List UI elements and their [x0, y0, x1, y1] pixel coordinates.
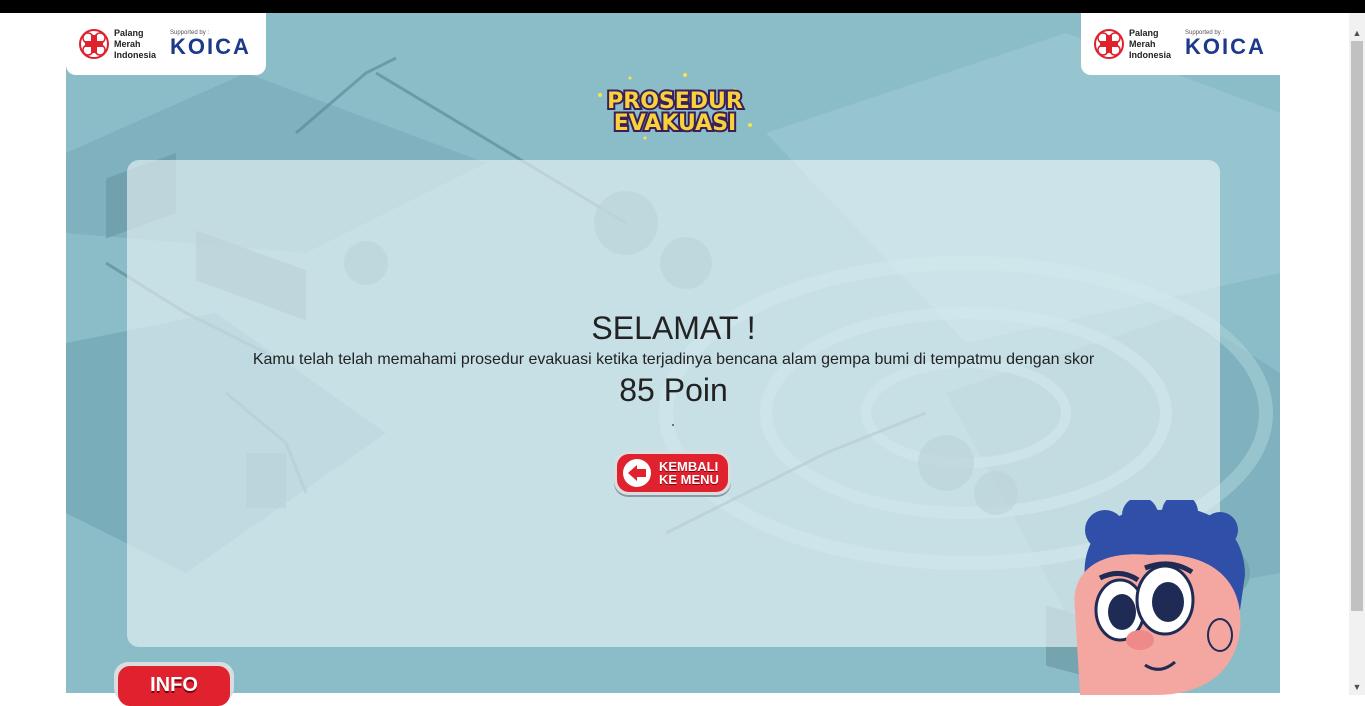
result-panel: SELAMAT ! Kamu telah telah memahami pros…: [127, 160, 1220, 647]
separator-dot: [672, 424, 674, 426]
partner-logo-right: Palang Merah Indonesia Supported by : KO…: [1081, 13, 1281, 75]
koica-logo: Supported by : KOICA: [1185, 30, 1266, 59]
info-button-label[interactable]: INFO: [118, 666, 230, 706]
koica-logo: Supported by : KOICA: [170, 30, 251, 59]
partner-logo-left: Palang Merah Indonesia Supported by : KO…: [66, 13, 266, 75]
result-message: Kamu telah telah memahami prosedur evaku…: [252, 351, 1095, 368]
back-to-menu-button[interactable]: KEMBALI KE MENU: [614, 451, 731, 495]
arrow-left-icon: [623, 459, 651, 487]
title-line2: EVAKUASI: [614, 111, 737, 136]
info-button[interactable]: INFO: [114, 662, 234, 706]
red-cross-icon: [79, 29, 109, 59]
scrollbar-thumb[interactable]: [1351, 41, 1363, 611]
mascot-character: [1060, 494, 1260, 695]
score-value: 85 Poin: [619, 372, 728, 408]
pmi-logo-text: Palang Merah Indonesia: [1129, 27, 1172, 60]
vertical-scrollbar[interactable]: ▲ ▼: [1349, 13, 1365, 695]
back-to-menu-button-face[interactable]: KEMBALI KE MENU: [617, 454, 728, 492]
red-cross-icon: [1094, 29, 1124, 59]
game-title-logo: PROSEDUR EVAKUASI: [590, 70, 760, 145]
scroll-up-arrow-icon[interactable]: ▲: [1349, 25, 1365, 41]
back-button-label: KEMBALI KE MENU: [659, 459, 719, 487]
pmi-logo-text: Palang Merah Indonesia: [114, 27, 157, 60]
scroll-down-arrow-icon[interactable]: ▼: [1349, 679, 1365, 695]
top-bar: [0, 0, 1365, 13]
result-heading: SELAMAT !: [591, 310, 756, 346]
